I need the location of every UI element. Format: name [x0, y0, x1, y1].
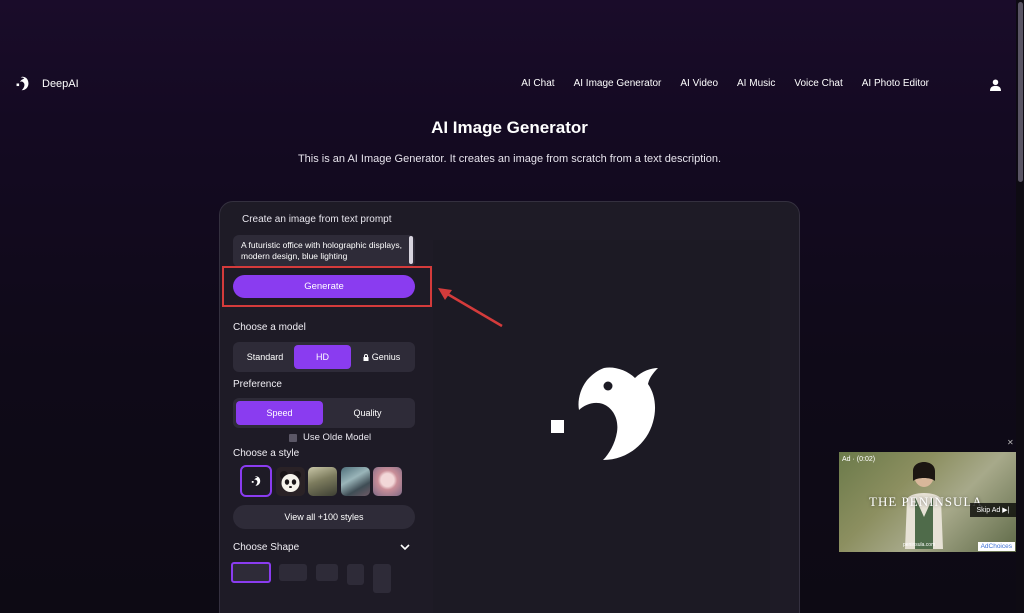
preference-selector: Speed Quality: [233, 398, 415, 428]
page-title: AI Image Generator: [431, 118, 588, 137]
skip-ad-label: Skip Ad: [976, 506, 1001, 514]
preference-option-speed[interactable]: Speed: [236, 401, 323, 425]
olde-model-toggle[interactable]: Use Olde Model: [289, 432, 371, 443]
shape-option-landscape-wide[interactable]: [231, 562, 271, 583]
style-option-portrait[interactable]: [373, 467, 402, 496]
nav-ai-music[interactable]: AI Music: [737, 78, 775, 89]
page-scrollbar[interactable]: [1016, 0, 1024, 613]
logo[interactable]: DeepAI: [14, 75, 79, 92]
logo-text: DeepAI: [42, 77, 79, 90]
deepai-placeholder-icon: [551, 367, 658, 460]
ad-close-icon[interactable]: ✕: [1007, 438, 1014, 447]
page-subtitle: This is an AI Image Generator. It create…: [297, 153, 722, 165]
model-option-standard[interactable]: Standard: [236, 345, 294, 369]
skip-ad-button[interactable]: Skip Ad ▶|: [970, 503, 1016, 517]
olde-model-label: Use Olde Model: [303, 432, 372, 443]
nav-ai-video[interactable]: AI Video: [680, 78, 718, 89]
ad-timer: Ad · (0:02): [842, 456, 876, 463]
view-all-styles-button[interactable]: View all +100 styles: [233, 505, 415, 529]
style-option-panda[interactable]: [276, 467, 305, 496]
lock-icon: [363, 353, 369, 361]
style-option-landscape[interactable]: [308, 467, 337, 496]
ad-url: peninsula.com: [903, 542, 936, 548]
model-selector: Standard HD Genius: [233, 342, 415, 372]
preference-option-quality[interactable]: Quality: [323, 401, 412, 425]
style-label: Choose a style: [233, 448, 300, 459]
style-option-robot[interactable]: [341, 467, 370, 496]
deepai-logo-icon: [16, 76, 29, 91]
model-option-hd[interactable]: HD: [294, 345, 351, 369]
prompt-label: Create an image from text prompt: [242, 214, 392, 225]
panda-icon: [280, 471, 301, 492]
deepai-style-icon: [251, 476, 261, 486]
ad-title: THE PENINSULA: [869, 494, 983, 509]
shape-option-portrait[interactable]: [347, 564, 364, 585]
highlight-annotation: [222, 266, 432, 307]
prompt-input[interactable]: A futuristic office with holographic dis…: [233, 235, 415, 267]
page-scroll-thumb[interactable]: [1018, 2, 1023, 182]
shape-option-landscape[interactable]: [279, 564, 307, 581]
shape-option-tall[interactable]: [373, 564, 391, 593]
adchoices-badge[interactable]: AdChoices: [977, 542, 1015, 551]
prompt-scrollbar[interactable]: [409, 236, 413, 264]
chevron-down-icon[interactable]: [400, 544, 410, 551]
nav-voice-chat[interactable]: Voice Chat: [794, 78, 842, 89]
olde-model-checkbox[interactable]: [289, 433, 297, 442]
style-option-default[interactable]: [240, 465, 272, 497]
arrow-annotation-icon: [438, 288, 503, 328]
shape-label: Choose Shape: [233, 542, 300, 553]
video-ad[interactable]: Ad · (0:02) THE PENINSULA peninsula.com …: [839, 452, 1016, 552]
model-option-genius[interactable]: Genius: [351, 345, 412, 369]
top-nav: AI Chat AI Image Generator AI Video AI M…: [521, 78, 929, 89]
nav-ai-photo-editor[interactable]: AI Photo Editor: [862, 78, 929, 89]
model-label: Choose a model: [233, 322, 306, 333]
skip-icon: ▶|: [1002, 507, 1010, 514]
preference-label: Preference: [233, 379, 282, 390]
nav-ai-image-generator[interactable]: AI Image Generator: [574, 78, 662, 89]
nav-ai-chat[interactable]: AI Chat: [521, 78, 554, 89]
user-icon[interactable]: [990, 79, 1001, 91]
model-option-genius-label: Genius: [371, 352, 401, 362]
shape-option-square[interactable]: [316, 564, 338, 581]
